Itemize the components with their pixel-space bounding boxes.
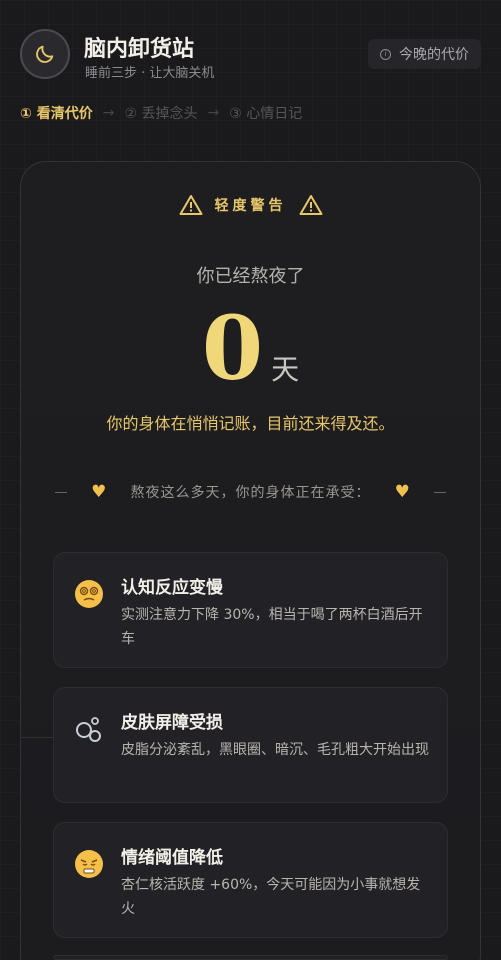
heart-icon: ♥ bbox=[91, 482, 107, 502]
effect-item-skin: 皮肤屏障受损 皮脂分泌紊乱，黑眼圈、暗沉、毛孔粗大开始出现 bbox=[53, 687, 448, 803]
effect-desc: 实测注意力下降 30%，相当于喝了两杯白酒后开车 bbox=[121, 607, 423, 647]
step-drop-thoughts[interactable]: ② 丢掉念头 bbox=[124, 103, 197, 123]
days-counter: 0天 bbox=[0, 296, 501, 400]
warning-icon bbox=[179, 195, 202, 215]
divider-text: 熬夜这么多天，你的身体正在承受： bbox=[130, 485, 371, 501]
tonight-cost-button[interactable]: i 今晚的代价 bbox=[368, 39, 481, 69]
step-mood-diary[interactable]: ③ 心情日记 bbox=[229, 103, 302, 123]
body-note: 你的身体在悄悄记账，目前还来得及还。 bbox=[106, 414, 395, 433]
heart-icon: ♥ bbox=[394, 482, 410, 502]
effect-desc: 杏仁核活跃度 +60%，今天可能因为小事就想发火 bbox=[121, 877, 421, 917]
arrow-right-icon: → bbox=[207, 105, 220, 121]
divider-line bbox=[434, 491, 446, 493]
effect-item-emotion: 情绪阈值降低 杏仁核活跃度 +60%，今天可能因为小事就想发火 bbox=[53, 822, 448, 938]
arrow-right-icon: → bbox=[102, 105, 115, 121]
info-icon: i bbox=[380, 48, 391, 60]
warning-icon bbox=[299, 195, 322, 215]
moon-logo-icon bbox=[20, 29, 70, 79]
effect-title: 认知反应变慢 bbox=[121, 578, 223, 598]
days-value: 0 bbox=[201, 296, 264, 400]
tonight-cost-label: 今晚的代价 bbox=[399, 47, 469, 63]
app-title: 脑内卸货站 bbox=[84, 36, 195, 62]
section-divider: ♥ 熬夜这么多天，你的身体正在承受： ♥ bbox=[55, 482, 446, 502]
days-unit: 天 bbox=[271, 353, 300, 386]
steaming-face-icon bbox=[74, 849, 104, 879]
effect-title: 皮肤屏障受损 bbox=[121, 713, 223, 733]
bubbles-icon bbox=[74, 714, 104, 744]
step-indicator: ① 看清代价 → ② 丢掉念头 → ③ 心情日记 bbox=[20, 103, 302, 123]
effect-item-cognition: 认知反应变慢 实测注意力下降 30%，相当于喝了两杯白酒后开车 bbox=[53, 552, 448, 668]
divider-line bbox=[55, 491, 67, 493]
effect-item-partial bbox=[53, 955, 448, 960]
step-see-cost[interactable]: ① 看清代价 bbox=[20, 103, 93, 123]
effect-title: 情绪阈值降低 bbox=[121, 848, 223, 868]
stayed-up-label: 你已经熬夜了 bbox=[196, 266, 305, 287]
dizzy-face-icon bbox=[74, 579, 104, 609]
app-subtitle: 睡前三步 · 让大脑关机 bbox=[85, 66, 215, 81]
effect-desc: 皮脂分泌紊乱，黑眼圈、暗沉、毛孔粗大开始出现 bbox=[121, 742, 429, 758]
header: 脑内卸货站 睡前三步 · 让大脑关机 i 今晚的代价 bbox=[20, 29, 481, 81]
warning-label: 轻度警告 bbox=[214, 198, 287, 214]
warning-banner: 轻度警告 bbox=[0, 194, 501, 216]
